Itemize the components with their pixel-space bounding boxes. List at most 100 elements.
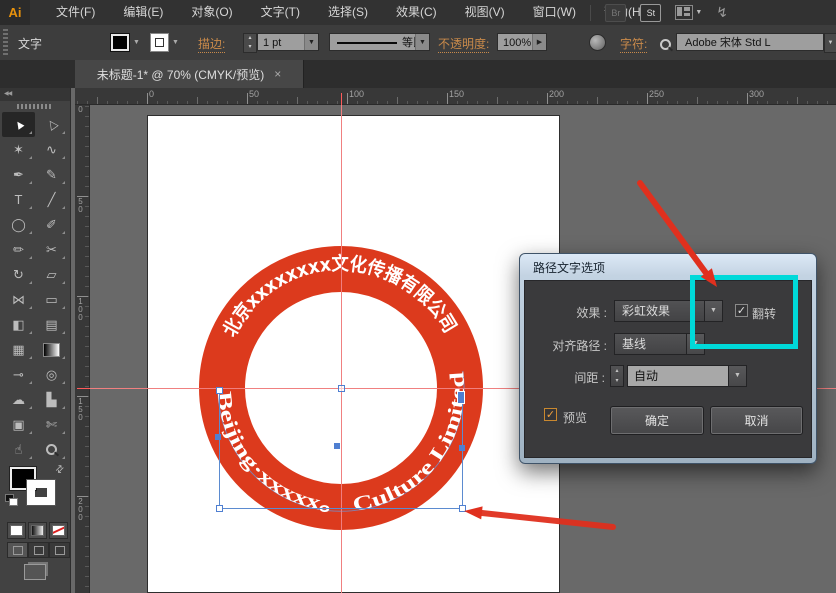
selection-handle[interactable]	[216, 387, 223, 394]
screen-mode-button[interactable]	[24, 564, 46, 580]
chevron-down-icon[interactable]: ▼	[415, 34, 429, 50]
text-path-port-handle[interactable]	[457, 391, 465, 404]
column-graph-tool[interactable]: ▙	[35, 387, 68, 412]
character-panel-link[interactable]: 字符:	[620, 35, 647, 53]
direct-selection-tool[interactable]: ▷	[35, 112, 68, 137]
selection-tool[interactable]: ►	[2, 112, 35, 137]
shape-builder-tool[interactable]: ◧	[2, 312, 35, 337]
default-colors-icon[interactable]	[5, 494, 17, 505]
chevron-down-icon[interactable]: ▼	[304, 34, 318, 50]
menu-object[interactable]: 对象(O)	[177, 0, 246, 25]
bridge-icon[interactable]: Br	[605, 4, 626, 22]
stroke-profile-dropdown[interactable]: 等比 ▼	[329, 33, 430, 51]
draw-behind-button[interactable]	[28, 542, 49, 558]
stock-icon[interactable]: St	[640, 4, 661, 22]
preview-label[interactable]: 预览	[563, 409, 587, 426]
collapse-panel-icon[interactable]: ◀◀	[0, 88, 70, 101]
menu-file[interactable]: 文件(F)	[42, 0, 109, 25]
spacing-value: 自动	[634, 369, 658, 383]
swap-colors-icon[interactable]: ⇄	[53, 463, 67, 477]
selection-midpoint-handle[interactable]	[215, 434, 221, 440]
chevron-down-icon: ▼	[828, 40, 834, 46]
paintbrush-tool[interactable]: ✐	[35, 212, 68, 237]
vertical-ruler[interactable]: 0 50 100 150 200 250	[75, 105, 90, 593]
stroke-width-stepper[interactable]: ▴ ▾	[243, 33, 257, 53]
gradient-tool[interactable]	[35, 337, 68, 362]
draw-normal-button[interactable]	[7, 542, 28, 558]
scissors-tool[interactable]: ✂	[35, 237, 68, 262]
fill-swatch[interactable]	[110, 33, 130, 52]
object-center-marker[interactable]	[338, 385, 345, 392]
recolor-artwork-icon[interactable]	[589, 34, 606, 51]
pen-tool[interactable]: ✒	[2, 162, 35, 187]
selection-handle[interactable]	[216, 505, 223, 512]
none-button[interactable]	[49, 522, 68, 539]
stepper-down-icon[interactable]: ▾	[248, 44, 251, 50]
perspective-grid-tool[interactable]: ▤	[35, 312, 68, 337]
stroke-swatch[interactable]	[27, 480, 55, 505]
mesh-tool[interactable]: ▦	[2, 337, 35, 362]
stroke-color-control[interactable]: ▼	[150, 33, 179, 52]
ok-button[interactable]: 确定	[610, 406, 704, 435]
stroke-swatch[interactable]	[150, 33, 169, 52]
menu-edit[interactable]: 编辑(E)	[109, 0, 177, 25]
main-menu: 文件(F) 编辑(E) 对象(O) 文字(T) 选择(S) 效果(C) 视图(V…	[42, 0, 659, 25]
pencil-tool[interactable]: ✏	[2, 237, 35, 262]
slice-tool[interactable]: ✄	[35, 412, 68, 437]
selection-handle[interactable]	[459, 505, 466, 512]
stepper-up-icon[interactable]: ▴	[615, 368, 618, 374]
panel-gripper[interactable]	[17, 104, 53, 109]
ruler-label: 200	[76, 497, 85, 521]
horizontal-ruler[interactable]: 0 50 100 150 200 250 300	[75, 88, 836, 105]
blend-tool[interactable]: ◎	[35, 362, 68, 387]
menu-window[interactable]: 窗口(W)	[519, 0, 590, 25]
opacity-panel-link[interactable]: 不透明度:	[438, 35, 489, 53]
symbol-sprayer-tool[interactable]: ☁	[2, 387, 35, 412]
chevron-right-icon[interactable]: ▶	[532, 34, 546, 50]
font-family-field[interactable]: Adobe 宋体 Std L	[676, 33, 824, 51]
preview-checkbox[interactable]: ✓	[544, 408, 557, 421]
menu-select[interactable]: 选择(S)	[314, 0, 382, 25]
zoom-tool[interactable]	[35, 437, 68, 462]
gradient-button[interactable]	[28, 522, 47, 539]
panel-gripper[interactable]	[3, 29, 8, 55]
line-segment-tool[interactable]: ╱	[35, 187, 68, 212]
document-tab[interactable]: 未标题-1* @ 70% (CMYK/预览) ×	[75, 60, 304, 88]
artboard-tool[interactable]: ▣	[2, 412, 35, 437]
width-tool[interactable]: ⋈	[2, 287, 35, 312]
chevron-down-icon[interactable]: ▼	[728, 366, 746, 386]
spacing-combo[interactable]: 自动 ▼	[627, 365, 747, 387]
fill-color-control[interactable]: ▼	[110, 33, 140, 52]
cancel-button[interactable]: 取消	[710, 406, 803, 435]
type-tool[interactable]: T	[2, 187, 35, 212]
opacity-field[interactable]: 100% ▶	[497, 33, 547, 51]
cc-sync-icon[interactable]: ↯	[716, 4, 728, 21]
lasso-tool[interactable]: ∿	[35, 137, 68, 162]
color-button[interactable]	[7, 522, 26, 539]
selection-midpoint-handle[interactable]	[459, 445, 465, 451]
curvature-tool[interactable]: ✎	[35, 162, 68, 187]
close-icon[interactable]: ×	[274, 67, 281, 81]
ruler-label: 50	[76, 197, 85, 213]
spacing-stepper[interactable]: ▴ ▾	[610, 365, 624, 387]
dialog-title[interactable]: 路径文字选项	[533, 259, 605, 276]
rotate-tool[interactable]: ↻	[2, 262, 35, 287]
font-dropdown-button[interactable]: ▼	[824, 33, 836, 53]
menu-view[interactable]: 视图(V)	[451, 0, 519, 25]
stroke-width-field[interactable]: 1 pt ▼	[257, 33, 319, 51]
workspace-switcher[interactable]: ▼	[675, 5, 702, 20]
menu-type[interactable]: 文字(T)	[247, 0, 314, 25]
draw-inside-button[interactable]	[49, 542, 70, 558]
menu-bar: Ai 文件(F) 编辑(E) 对象(O) 文字(T) 选择(S) 效果(C) 视…	[0, 0, 836, 26]
menu-effect[interactable]: 效果(C)	[382, 0, 451, 25]
free-transform-tool[interactable]: ▭	[35, 287, 68, 312]
eyedropper-tool[interactable]: ⊸	[2, 362, 35, 387]
stroke-panel-link[interactable]: 描边:	[198, 35, 225, 53]
scale-tool[interactable]: ▱	[35, 262, 68, 287]
hand-tool[interactable]: ☝	[2, 437, 35, 462]
magic-wand-tool[interactable]: ✶	[2, 137, 35, 162]
stepper-up-icon[interactable]: ▴	[248, 35, 251, 41]
stepper-down-icon[interactable]: ▾	[615, 378, 618, 384]
ellipse-tool[interactable]: ◯	[2, 212, 35, 237]
selection-midpoint-handle[interactable]	[334, 443, 340, 449]
